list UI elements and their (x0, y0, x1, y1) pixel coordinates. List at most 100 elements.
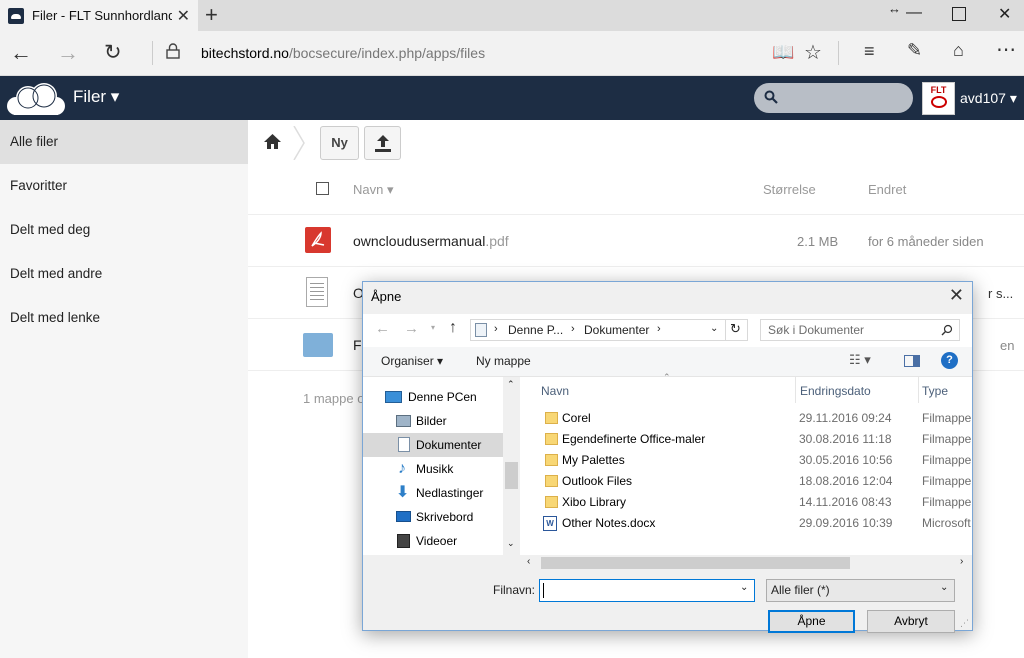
tab-close-icon[interactable]: ✕ (177, 6, 190, 26)
list-item-type: Filmappe (922, 432, 972, 446)
file-type-filter[interactable]: Alle filer (*) ⌄ (766, 579, 955, 602)
table-row[interactable]: owncloudusermanual.pdf 2.1 MB for 6 måne… (248, 215, 1024, 267)
sidebar-item-shared-with-you[interactable]: Delt med deg (0, 208, 248, 252)
breadcrumb[interactable]: › Denne P... › Dokumenter › ⌄ ↻ (470, 319, 748, 341)
column-header-type[interactable]: Type (922, 384, 948, 398)
refresh-button[interactable]: ↻ (104, 40, 122, 65)
dialog-bottom-panel: ‹ › Filnavn: ⌄ Alle filer (*) ⌄ Åpne Avb… (363, 555, 972, 633)
list-item-date: 30.08.2016 11:18 (799, 432, 892, 446)
list-item[interactable]: Xibo Library 14.11.2016 08:43 Filmappe (523, 492, 972, 513)
divider (838, 41, 839, 65)
sidebar-item-shared-by-link[interactable]: Delt med lenke (0, 296, 248, 340)
more-icon[interactable]: ⋯ (996, 37, 1016, 62)
chevron-down-icon[interactable]: ⌄ (710, 323, 718, 334)
cancel-button[interactable]: Avbryt (867, 610, 955, 633)
avatar[interactable]: FLT (922, 82, 955, 115)
new-folder-button[interactable]: Ny mappe (476, 354, 531, 368)
scroll-up-icon[interactable]: ⌃ (507, 379, 515, 390)
refresh-button[interactable]: ↻ (730, 321, 741, 337)
web-note-icon[interactable]: ✎ (907, 40, 922, 61)
tree-item[interactable]: Bilder (363, 409, 503, 433)
sidebar-item-all-files[interactable]: Alle filer (0, 120, 248, 164)
open-file-dialog: Åpne ✕ ← → ▾ ↑ › Denne P... › Dokumenter… (362, 281, 973, 633)
tab-title: Filer - FLT Sunnhordland (32, 8, 172, 23)
scrollbar-thumb[interactable] (541, 557, 850, 569)
select-all-checkbox[interactable] (316, 182, 329, 195)
list-item[interactable]: Egendefinerte Office-maler 30.08.2016 11… (523, 429, 972, 450)
back-button[interactable]: ← (375, 320, 390, 337)
preview-pane-icon[interactable] (904, 355, 920, 367)
list-item[interactable]: Corel 29.11.2016 09:24 Filmappe (523, 408, 972, 429)
new-tab-button[interactable]: + (205, 4, 218, 26)
up-button[interactable]: ↑ (449, 319, 457, 337)
dialog-close-button[interactable]: ✕ (949, 285, 964, 306)
list-item[interactable]: Outlook Files 18.08.2016 12:04 Filmappe (523, 471, 972, 492)
list-item-date: 18.08.2016 12:04 (799, 474, 893, 488)
file-name[interactable]: owncloudusermanual.pdf (353, 233, 509, 249)
owncloud-logo-icon[interactable] (4, 80, 66, 116)
hub-icon[interactable]: ≡ (864, 41, 875, 62)
home-icon[interactable] (264, 134, 281, 149)
scrollbar-thumb[interactable] (505, 462, 518, 489)
summary-text: 1 mappe o (303, 391, 365, 406)
tree-item[interactable]: Videoer (363, 529, 503, 553)
upload-button[interactable] (364, 126, 401, 160)
list-item[interactable]: W Other Notes.docx 29.09.2016 10:39 Micr… (523, 513, 972, 534)
list-item-name: Egendefinerte Office-maler (562, 432, 706, 446)
column-header-name[interactable]: Navn (541, 384, 569, 398)
user-menu[interactable]: avd107 ▾ (960, 90, 1017, 107)
scroll-right-icon[interactable]: › (960, 556, 963, 567)
tree-item[interactable]: ⬇ Nedlastinger (363, 481, 503, 505)
sidebar-item-shared-with-others[interactable]: Delt med andre (0, 252, 248, 296)
column-header-name[interactable]: Navn ▾ (353, 182, 394, 198)
organize-button[interactable]: Organiser ▾ (381, 354, 443, 368)
dialog-search-input[interactable]: Søk i Dokumenter (760, 319, 960, 341)
chevron-down-icon[interactable]: ⌄ (740, 582, 748, 593)
music-icon: ♪ (398, 460, 406, 477)
search-icon (941, 324, 953, 336)
back-button[interactable]: ← (10, 40, 32, 66)
column-header-modified[interactable]: Endret (868, 182, 906, 197)
breadcrumb-item[interactable]: Dokumenter (584, 323, 649, 337)
maximize-button[interactable] (952, 7, 966, 21)
app-menu-toggle[interactable]: Filer ▾ (73, 87, 119, 107)
browser-tab[interactable]: Filer - FLT Sunnhordland ✕ (0, 0, 198, 31)
list-item-date: 14.11.2016 08:43 (799, 495, 892, 509)
horizontal-scrollbar[interactable]: ‹ › (523, 555, 972, 572)
navigation-toolbar: ← → ▾ ↑ › Denne P... › Dokumenter › ⌄ ↻ … (363, 314, 972, 347)
search-input[interactable] (754, 83, 913, 113)
sidebar-item-favorites[interactable]: Favoritter (0, 164, 248, 208)
column-header-date[interactable]: Endringsdato (800, 384, 871, 398)
reading-view-icon[interactable]: 📖 (772, 42, 794, 63)
column-header-size[interactable]: Størrelse (763, 182, 816, 197)
help-icon[interactable]: ? (941, 352, 958, 369)
minimize-button[interactable]: — (906, 4, 922, 22)
resize-grip-icon[interactable]: ⋰ (960, 618, 969, 629)
list-item[interactable]: My Palettes 30.05.2016 10:56 Filmappe (523, 450, 972, 471)
breadcrumb-item[interactable]: Denne P... (508, 323, 563, 337)
list-item-name: Corel (562, 411, 591, 425)
new-button[interactable]: Ny (320, 126, 359, 160)
close-window-button[interactable]: ✕ (998, 4, 1011, 24)
view-options-icon[interactable]: ☷ ▾ (849, 352, 871, 368)
documents-location-icon (475, 323, 487, 337)
file-modified: r s... (988, 286, 1014, 301)
scroll-left-icon[interactable]: ‹ (527, 556, 530, 567)
forward-button[interactable]: → (404, 320, 419, 337)
filename-input[interactable]: ⌄ (539, 579, 755, 602)
favorite-star-icon[interactable]: ☆ (804, 40, 822, 65)
recent-locations-icon[interactable]: ▾ (431, 323, 435, 332)
share-icon[interactable]: ⌂ (953, 40, 964, 61)
tree-item[interactable]: Dokumenter (363, 433, 503, 457)
tree-scrollbar[interactable]: ⌃ ⌄ (503, 377, 520, 555)
tree-item[interactable]: Denne PCen (363, 385, 503, 409)
scroll-down-icon[interactable]: ⌄ (507, 538, 515, 549)
list-item-name: Xibo Library (562, 495, 627, 509)
tree-item[interactable]: ♪ Musikk (363, 457, 503, 481)
open-button[interactable]: Åpne (768, 610, 855, 633)
url-field[interactable]: bitechstord.no/bocsecure/index.php/apps/… (201, 45, 485, 61)
forward-button[interactable]: → (57, 40, 79, 66)
chevron-right-icon: › (657, 323, 661, 335)
search-placeholder: Søk i Dokumenter (768, 323, 865, 337)
tree-item[interactable]: Skrivebord (363, 505, 503, 529)
